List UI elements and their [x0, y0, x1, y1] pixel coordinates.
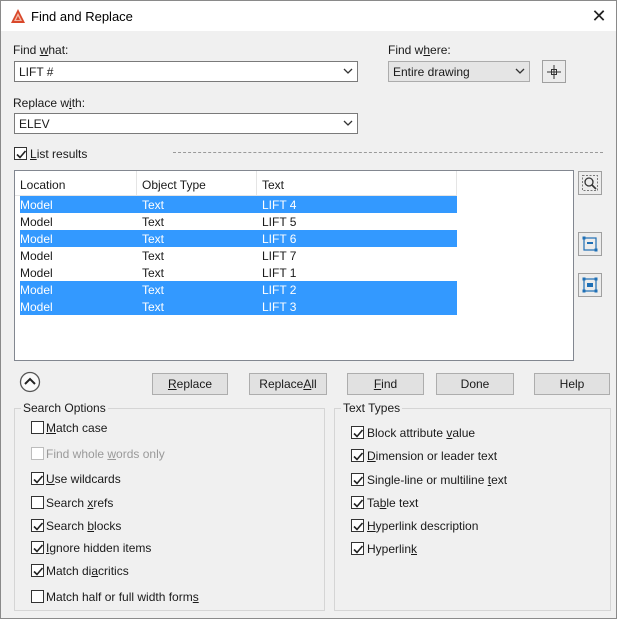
chevron-down-icon[interactable] — [514, 65, 526, 77]
find-replace-dialog: Find and Replace ✕ Find what: LIFT # Fin… — [0, 0, 617, 619]
column-header-object-type[interactable]: Object Type — [137, 171, 257, 196]
table-row[interactable]: Model Text LIFT 5 — [20, 213, 457, 230]
chevron-down-icon[interactable] — [342, 117, 354, 129]
find-what-combo[interactable]: LIFT # — [14, 61, 358, 82]
checkmark-icon — [353, 429, 364, 438]
zoom-to-button[interactable] — [578, 171, 602, 195]
find-where-label: Find where: — [388, 43, 451, 57]
replace-with-value[interactable]: ELEV — [19, 117, 50, 131]
hyperlink-checkbox[interactable] — [351, 542, 364, 555]
checkmark-icon — [353, 476, 364, 485]
search-blocks-checkbox[interactable] — [31, 519, 44, 532]
find-what-label: Find what: — [13, 43, 69, 57]
help-button[interactable]: Help — [534, 373, 610, 395]
checkmark-icon — [16, 150, 27, 159]
find-where-value[interactable]: Entire drawing — [393, 65, 470, 79]
checkmark-icon — [353, 452, 364, 461]
close-button[interactable]: ✕ — [582, 1, 616, 31]
table-row[interactable]: Model Text LIFT 7 — [20, 247, 457, 264]
done-button[interactable]: Done — [436, 373, 514, 395]
match-diacritics-checkbox[interactable] — [31, 564, 44, 577]
search-blocks-label[interactable]: Search blocks — [46, 519, 121, 533]
ignore-hidden-items-checkbox[interactable] — [31, 541, 44, 554]
table-text-checkbox[interactable] — [351, 496, 364, 509]
checkmark-icon — [33, 544, 44, 553]
single-multiline-text-label[interactable]: Single-line or multiline text — [367, 473, 507, 487]
results-table[interactable]: Location Object Type Text Model Text LIF… — [14, 170, 574, 361]
single-multiline-text-checkbox[interactable] — [351, 473, 364, 486]
find-whole-words-label[interactable]: Find whole words only — [46, 447, 165, 461]
create-selection-set-button[interactable] — [578, 232, 602, 256]
chevron-down-icon[interactable] — [342, 65, 354, 77]
replace-button[interactable]: Replace — [152, 373, 228, 395]
create-selection-set-all-button[interactable] — [578, 273, 602, 297]
use-wildcards-label[interactable]: Use wildcards — [46, 472, 121, 486]
close-icon: ✕ — [591, 5, 607, 26]
checkmark-icon — [353, 522, 364, 531]
match-width-forms-checkbox[interactable] — [31, 590, 44, 603]
table-text-label[interactable]: Table text — [367, 496, 418, 510]
checkmark-icon — [353, 499, 364, 508]
use-wildcards-checkbox[interactable] — [31, 472, 44, 485]
window-title: Find and Replace — [31, 9, 133, 24]
replace-all-button[interactable]: Replace All — [249, 373, 327, 395]
collapse-options-button[interactable] — [19, 371, 41, 393]
search-xrefs-checkbox[interactable] — [31, 496, 44, 509]
replace-with-combo[interactable]: ELEV — [14, 113, 358, 134]
replace-with-label: Replace with: — [13, 96, 86, 110]
dimension-leader-text-label[interactable]: Dimension or leader text — [367, 449, 497, 463]
text-types-title: Text Types — [341, 401, 403, 415]
autocad-icon — [10, 8, 26, 24]
table-row[interactable]: Model Text LIFT 2 — [20, 281, 457, 298]
column-header-text[interactable]: Text — [257, 171, 457, 196]
list-results-checkbox[interactable] — [14, 147, 27, 160]
dimension-leader-text-checkbox[interactable] — [351, 449, 364, 462]
find-whole-words-checkbox[interactable] — [31, 447, 44, 460]
checkmark-icon — [33, 475, 44, 484]
find-where-select[interactable]: Entire drawing — [388, 61, 530, 82]
match-case-checkbox[interactable] — [31, 421, 44, 434]
block-attribute-value-label[interactable]: Block attribute value — [367, 426, 475, 440]
match-case-label[interactable]: Match case — [46, 421, 107, 435]
create-selection-set-all-icon — [582, 277, 598, 293]
create-selection-set-icon — [582, 236, 598, 252]
title-bar: Find and Replace ✕ — [1, 1, 616, 31]
column-header-location[interactable]: Location — [15, 171, 137, 196]
find-what-value[interactable]: LIFT # — [19, 65, 53, 79]
collapse-up-icon — [19, 371, 41, 393]
separator-line — [173, 152, 603, 153]
table-row[interactable]: Model Text LIFT 6 — [20, 230, 457, 247]
checkmark-icon — [33, 522, 44, 531]
search-xrefs-label[interactable]: Search xrefs — [46, 496, 113, 510]
table-row[interactable]: Model Text LIFT 4 — [20, 196, 457, 213]
hyperlink-label[interactable]: Hyperlink — [367, 542, 417, 556]
checkmark-icon — [353, 545, 364, 554]
match-diacritics-label[interactable]: Match diacritics — [46, 564, 129, 578]
zoom-to-icon — [582, 175, 598, 191]
hyperlink-description-checkbox[interactable] — [351, 519, 364, 532]
hyperlink-description-label[interactable]: Hyperlink description — [367, 519, 478, 533]
select-objects-button[interactable] — [542, 60, 566, 83]
ignore-hidden-items-label[interactable]: Ignore hidden items — [46, 541, 151, 555]
table-row[interactable]: Model Text LIFT 1 — [20, 264, 457, 281]
block-attribute-value-checkbox[interactable] — [351, 426, 364, 439]
crosshair-icon — [547, 64, 561, 79]
search-options-title: Search Options — [21, 401, 108, 415]
match-width-forms-label[interactable]: Match half or full width forms — [46, 590, 199, 604]
list-results-label[interactable]: List results — [30, 147, 87, 161]
checkmark-icon — [33, 567, 44, 576]
find-button[interactable]: Find — [347, 373, 424, 395]
table-row[interactable]: Model Text LIFT 3 — [20, 298, 457, 315]
